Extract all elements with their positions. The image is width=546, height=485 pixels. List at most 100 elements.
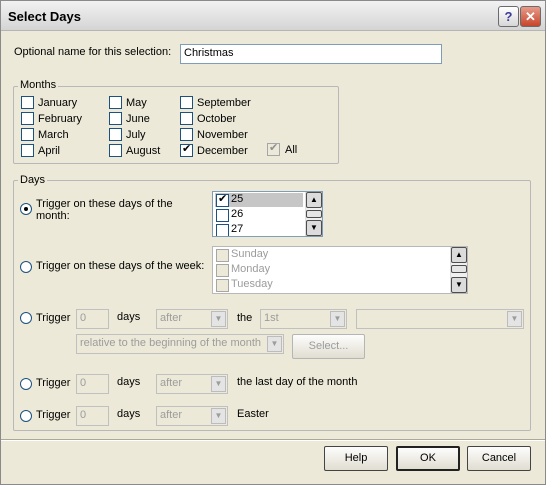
question-mark-icon: ?	[504, 9, 513, 24]
month-day-item[interactable]: 27	[215, 223, 303, 236]
selection-name-input[interactable]: Christmas	[180, 44, 442, 64]
all-months-label: All	[285, 144, 298, 156]
month-checkbox-april[interactable]	[21, 144, 34, 157]
option4-trigger-label: Trigger	[36, 377, 71, 389]
chevron-down-icon: ▼	[330, 311, 345, 327]
option3-days-input[interactable]: 0	[76, 309, 109, 329]
all-months-checkbox[interactable]	[267, 141, 280, 156]
month-checkbox-january[interactable]	[21, 96, 34, 109]
month-checkbox-march[interactable]	[21, 128, 34, 141]
month-days-label-1: Trigger on these days of the	[36, 198, 173, 210]
week-day-item[interactable]: Tuesday	[215, 278, 448, 292]
option5-days-input[interactable]: 0	[76, 406, 109, 426]
month-day-item-label: 26	[231, 208, 244, 220]
option3-the-label: the	[237, 312, 253, 324]
month-label-february: February	[38, 113, 83, 125]
last-day-radio[interactable]	[20, 378, 32, 390]
month-checkbox-september[interactable]	[180, 96, 193, 109]
option3-trigger-label: Trigger	[36, 312, 71, 324]
week-day-item-checkbox[interactable]	[216, 249, 229, 262]
week-days-radio[interactable]	[20, 261, 32, 273]
week-day-item-label: Tuesday	[231, 278, 273, 290]
close-icon: ✕	[525, 9, 536, 24]
option3-ordinal-value: 1st	[264, 312, 279, 324]
scroll-down-icon[interactable]: ▼	[306, 220, 322, 236]
chevron-down-icon: ▼	[211, 311, 226, 327]
easter-radio[interactable]	[20, 410, 32, 422]
option5-direction-value: after	[160, 409, 183, 421]
chevron-down-icon: ▼	[211, 408, 226, 424]
week-day-item-checkbox[interactable]	[216, 264, 229, 277]
month-checkbox-october[interactable]	[180, 112, 193, 125]
month-label-may: May	[126, 97, 147, 109]
month-label-january: January	[38, 97, 78, 109]
month-checkbox-november[interactable]	[180, 128, 193, 141]
name-label: Optional name for this selection:	[14, 46, 172, 58]
month-days-radio[interactable]	[20, 203, 32, 215]
week-days-label: Trigger on these days of the week:	[36, 260, 205, 272]
month-checkbox-december[interactable]	[180, 142, 193, 157]
week-day-item[interactable]: Monday	[215, 263, 448, 277]
scroll-up-icon[interactable]: ▲	[306, 192, 322, 208]
week-day-item-checkbox[interactable]	[216, 279, 229, 292]
month-label-july: July	[126, 129, 146, 141]
month-days-scrollbar[interactable]: ▲ ▼	[305, 192, 322, 236]
ok-button[interactable]: OK	[396, 446, 460, 471]
select-days-dialog: Select Days ? ✕ Optional name for this s…	[0, 0, 546, 485]
option4-days-input[interactable]: 0	[76, 374, 109, 394]
month-day-item[interactable]: 25	[215, 192, 303, 207]
scroll-thumb[interactable]	[306, 210, 322, 218]
scroll-down-icon[interactable]: ▼	[451, 277, 467, 293]
week-day-item-label: Monday	[231, 263, 271, 275]
option3-direction-value: after	[160, 312, 183, 324]
chevron-down-icon: ▼	[211, 376, 226, 392]
cancel-button[interactable]: Cancel	[467, 446, 531, 471]
chevron-down-icon: ▼	[507, 311, 522, 327]
option3-weekday-select[interactable]: ▼	[356, 309, 524, 329]
month-checkbox-june[interactable]	[109, 112, 122, 125]
option4-direction-select[interactable]: after ▼	[156, 374, 228, 394]
week-day-item-label: Sunday	[231, 248, 269, 260]
week-days-list[interactable]: Sunday Monday Tuesday ▲ ▼	[212, 246, 468, 294]
month-label-march: March	[38, 129, 69, 141]
option5-trigger-label: Trigger	[36, 409, 71, 421]
month-day-item[interactable]: 26	[215, 208, 303, 222]
option5-suffix-label: Easter	[237, 408, 269, 420]
option3-relative-value: relative to the beginning of the month	[80, 337, 262, 349]
scroll-up-icon[interactable]: ▲	[451, 247, 467, 263]
week-days-scrollbar[interactable]: ▲ ▼	[450, 247, 467, 293]
option3-ordinal-select[interactable]: 1st ▼	[260, 309, 347, 329]
option3-days-label: days	[117, 311, 141, 323]
days-legend: Days	[18, 174, 48, 186]
month-day-item-checkbox[interactable]	[216, 192, 229, 207]
option5-direction-select[interactable]: after ▼	[156, 406, 228, 426]
month-checkbox-august[interactable]	[109, 144, 122, 157]
option4-direction-value: after	[160, 377, 183, 389]
option4-days-label: days	[117, 376, 141, 388]
title-help-button[interactable]: ?	[498, 6, 519, 27]
help-button[interactable]: Help	[324, 446, 388, 471]
month-day-item-checkbox[interactable]	[216, 224, 229, 236]
month-checkbox-february[interactable]	[21, 112, 34, 125]
option3-direction-select[interactable]: after ▼	[156, 309, 228, 329]
month-label-june: June	[126, 113, 150, 125]
nth-weekday-radio[interactable]	[20, 312, 32, 324]
month-checkbox-may[interactable]	[109, 96, 122, 109]
month-label-september: September	[197, 97, 251, 109]
scroll-thumb[interactable]	[451, 265, 467, 273]
month-day-item-checkbox[interactable]	[216, 209, 229, 222]
month-label-october: October	[197, 113, 237, 125]
month-days-label-2: month:	[36, 210, 70, 222]
month-days-list[interactable]: 25 26 27 ▲ ▼	[212, 191, 323, 237]
month-label-november: November	[197, 129, 248, 141]
month-label-august: August	[126, 145, 161, 157]
option3-select-button[interactable]: Select...	[292, 334, 365, 359]
option4-suffix-label: the last day of the month	[237, 376, 358, 388]
week-day-item[interactable]: Sunday	[215, 248, 448, 262]
title-close-button[interactable]: ✕	[520, 6, 541, 27]
month-checkbox-july[interactable]	[109, 128, 122, 141]
option3-relative-select[interactable]: relative to the beginning of the month ▼	[76, 334, 284, 354]
month-day-item-label: 27	[231, 223, 244, 235]
chevron-down-icon: ▼	[267, 336, 282, 352]
month-label-december: December	[197, 145, 248, 157]
